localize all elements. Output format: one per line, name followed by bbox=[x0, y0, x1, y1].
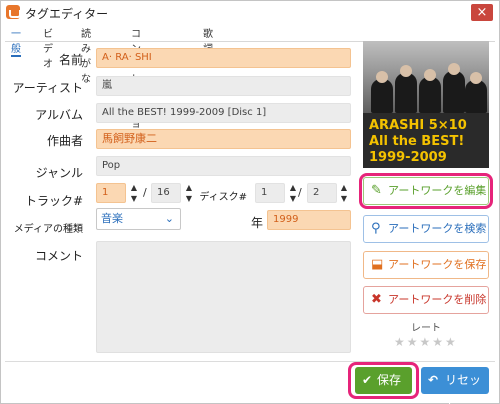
title-bar: タグエディター × bbox=[1, 1, 499, 23]
artist-label: アーティスト bbox=[12, 81, 83, 95]
disc-number-input[interactable]: 1 bbox=[255, 183, 285, 203]
artwork-text-line1: ARASHI 5×10 bbox=[369, 118, 467, 133]
reset-label: リセット bbox=[445, 373, 482, 404]
media-type-label: メディアの種類 bbox=[13, 224, 83, 235]
media-type-select[interactable]: 音楽 ⌄ bbox=[96, 208, 181, 230]
title-label: 名前 bbox=[58, 53, 83, 67]
check-icon: ✔ bbox=[362, 373, 373, 387]
reset-button[interactable]: ↶ リセット bbox=[421, 367, 489, 404]
close-button[interactable]: × bbox=[471, 4, 493, 21]
search-artwork-button[interactable]: ⚲ アートワークを検索 bbox=[363, 215, 489, 243]
composer-input[interactable]: 馬飼野康二 bbox=[96, 129, 351, 149]
rating-label: レート bbox=[411, 323, 441, 334]
save-button[interactable]: ✔ 保存 bbox=[355, 367, 412, 394]
rating-stars[interactable]: ★★★★★ bbox=[394, 335, 458, 349]
save-label: 保存 bbox=[377, 373, 402, 387]
track-up-icon[interactable]: ▲ bbox=[129, 183, 139, 192]
edit-artwork-button[interactable]: ✎ アートワークを編集 bbox=[363, 177, 489, 205]
delete-artwork-label: アートワークを削除 bbox=[388, 293, 487, 306]
footer-divider bbox=[5, 361, 495, 362]
disc-separator: / bbox=[298, 186, 302, 199]
disc-total-up-icon[interactable]: ▲ bbox=[339, 183, 349, 192]
track-label: トラック# bbox=[24, 194, 83, 208]
comment-textarea[interactable] bbox=[96, 241, 351, 353]
delete-icon: ✖ bbox=[371, 292, 382, 307]
delete-artwork-button[interactable]: ✖ アートワークを削除 bbox=[363, 286, 489, 314]
window-title: タグエディター bbox=[25, 7, 109, 21]
media-type-value: 音楽 bbox=[101, 212, 123, 225]
track-down-icon[interactable]: ▼ bbox=[129, 194, 139, 203]
artwork-photo bbox=[363, 41, 489, 113]
album-input[interactable]: All the BEST! 1999-2009 [Disc 1] bbox=[96, 103, 351, 123]
chevron-down-icon: ⌄ bbox=[164, 212, 174, 225]
album-artwork: ARASHI 5×10 All the BEST! 1999-2009 bbox=[363, 41, 489, 168]
search-icon: ⚲ bbox=[371, 221, 381, 236]
search-artwork-label: アートワークを検索 bbox=[388, 222, 487, 235]
disc-total-input[interactable]: 2 bbox=[307, 183, 337, 203]
year-label: 年 bbox=[250, 216, 263, 230]
disc-up-icon[interactable]: ▲ bbox=[288, 183, 298, 192]
app-icon bbox=[6, 5, 21, 19]
comment-label: コメント bbox=[34, 249, 83, 263]
undo-icon: ↶ bbox=[428, 373, 439, 387]
disc-total-down-icon[interactable]: ▼ bbox=[339, 194, 349, 203]
download-icon: ⬓ bbox=[371, 257, 384, 272]
edit-artwork-label: アートワークを編集 bbox=[388, 184, 487, 197]
genre-input[interactable]: Pop bbox=[96, 156, 351, 176]
composer-label: 作曲者 bbox=[46, 134, 83, 148]
disc-label: ディスク# bbox=[199, 192, 247, 203]
tag-editor-window: タグエディター × 一般 ビデオ 読みがな コンピレーション 歌詞 名前 A· … bbox=[0, 0, 500, 404]
pencil-icon: ✎ bbox=[371, 183, 382, 198]
artwork-text-line3: 1999-2009 bbox=[369, 150, 447, 165]
save-artwork-button[interactable]: ⬓ アートワークを保存 bbox=[363, 251, 489, 279]
album-label: アルバム bbox=[35, 108, 83, 122]
artwork-text-line2: All the BEST! bbox=[369, 134, 465, 149]
disc-down-icon[interactable]: ▼ bbox=[288, 194, 298, 203]
track-number-input[interactable]: 1 bbox=[96, 183, 126, 203]
genre-label: ジャンル bbox=[35, 166, 83, 180]
title-input[interactable]: A· RA· SHI bbox=[96, 48, 351, 68]
save-artwork-label: アートワークを保存 bbox=[388, 258, 487, 271]
artist-input[interactable]: 嵐 bbox=[96, 76, 351, 96]
track-separator: / bbox=[143, 186, 147, 199]
year-input[interactable]: 1999 bbox=[267, 210, 351, 230]
